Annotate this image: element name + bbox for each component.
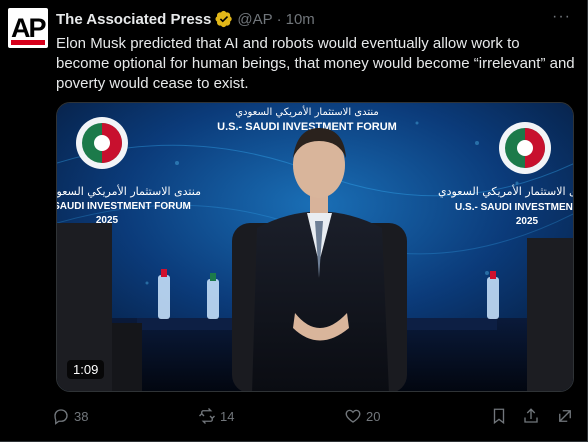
video-player[interactable]: منتدى الاستثمار الأمريكي السعودي SAUDI I… [56,102,574,392]
share-icon [524,408,538,423]
post-text: Elon Musk predicted that AI and robots w… [56,35,575,92]
ap-logo: AP [11,13,47,45]
right-banner-arabic: منتدى الاستثمار الأمريكي السعودي [438,184,574,198]
verified-badge-icon[interactable] [215,10,233,28]
repost-button[interactable]: 14 [198,404,234,428]
reply-count: 38 [74,408,89,424]
author-name[interactable]: The Associated Press [56,11,211,28]
right-banner-english: U.S.- SAUDI INVESTMENT [455,202,574,213]
action-bar: 38 14 20 [52,404,580,428]
share-button[interactable] [522,404,540,428]
forum-logo-left [76,117,128,169]
heart-icon [345,409,361,423]
side-chair-right [527,238,573,391]
bookmark-icon [493,408,505,425]
video-duration: 1:09 [67,360,105,379]
more-options-button[interactable]: ··· [552,8,571,26]
ap-logo-text: AP [11,13,47,43]
repost-icon [199,408,215,424]
post[interactable]: AP The Associated Press @AP · 10m ··· El… [0,0,588,442]
reply-button[interactable]: 38 [52,404,88,428]
video-frame: منتدى الاستثمار الأمريكي السعودي SAUDI I… [57,103,574,391]
repost-count: 14 [220,408,235,424]
ap-logo-bar [11,40,45,45]
grok-button[interactable] [556,404,574,428]
right-banner-year: 2025 [516,216,539,227]
bookmark-button[interactable] [490,404,508,428]
like-button[interactable]: 20 [344,404,380,428]
like-count: 20 [366,408,381,424]
separator-dot: · [276,10,282,28]
forum-logo-right [499,122,551,174]
author-handle[interactable]: @AP [237,11,272,28]
post-header: The Associated Press @AP · 10m [56,9,315,29]
left-banner-english: SAUDI INVESTMENT FORUM [57,201,191,212]
avatar[interactable]: AP [8,8,48,48]
left-banner-arabic: منتدى الاستثمار الأمريكي السعودي [57,184,201,198]
center-banner-arabic: منتدى الاستثمار الأمريكي السعودي [235,105,379,118]
reply-icon [54,409,68,425]
post-timestamp[interactable]: 10m [286,11,315,28]
grok-icon [559,410,571,422]
